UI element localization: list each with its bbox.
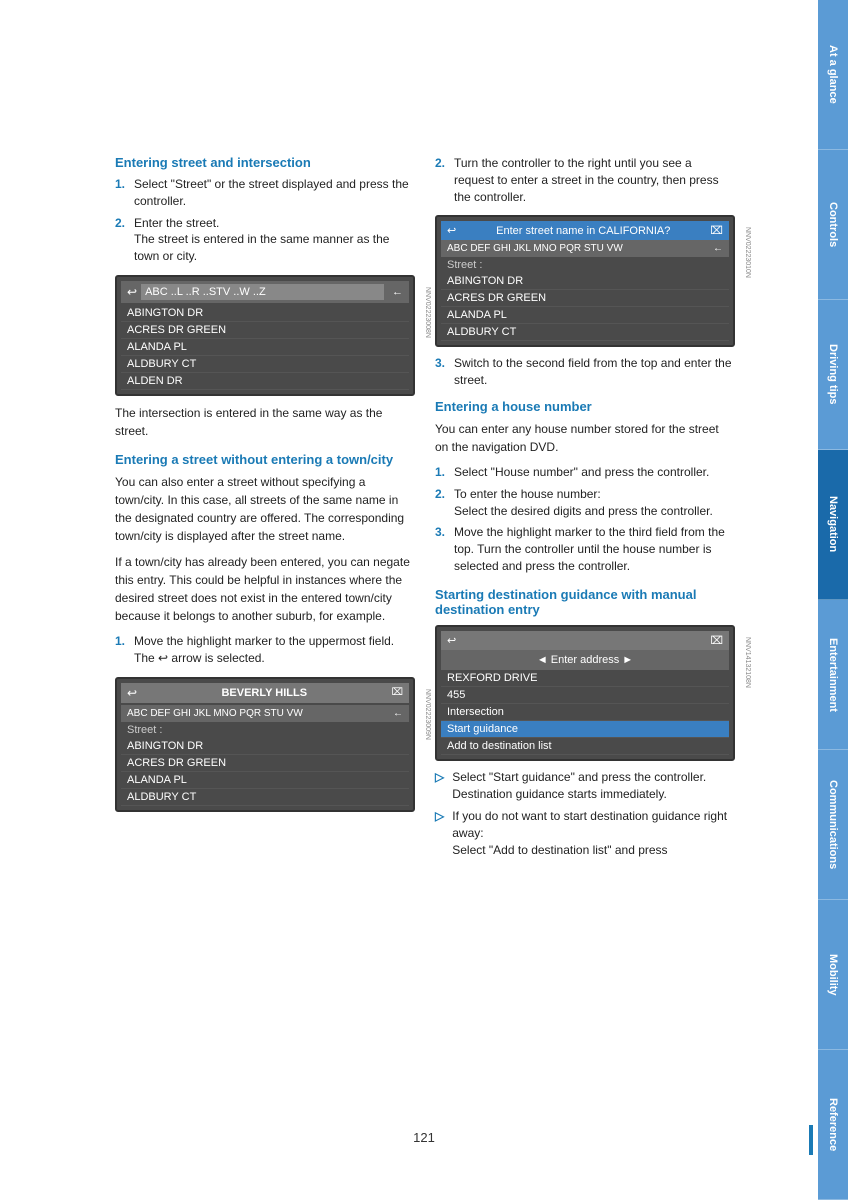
street-label-r1: Street : — [441, 257, 729, 273]
nav-screen-right1: ↩ Enter street name in CALIFORNIA? ⌧ ABC… — [435, 215, 735, 347]
nav-list-item: ALANDA PL — [121, 339, 409, 356]
left-column: Entering street and intersection 1. Sele… — [115, 155, 415, 871]
nav-screen-start-guidance: ↩ ⌧ ◄ Enter address ► REXFORD DRIVE 455 … — [435, 625, 735, 761]
intersection-note: The intersection is entered in the same … — [115, 404, 415, 440]
section-house-number-title: Entering a house number — [435, 399, 735, 414]
corner-icon: ⌧ — [710, 224, 723, 237]
section-start-guidance: Starting destination guidance with manua… — [435, 587, 735, 859]
tab-at-a-glance[interactable]: At a glance — [818, 0, 848, 150]
page-marker — [809, 1125, 813, 1155]
screen-r1-title-bar: ↩ Enter street name in CALIFORNIA? ⌧ — [441, 221, 729, 240]
step-item: 3. Move the highlight marker to the thir… — [435, 524, 735, 574]
nav-list-item: ACRES DR GREEN — [441, 290, 729, 307]
screen-r1-keyboard: ABC DEF GHI JKL MNO PQR STU VW ← — [441, 240, 729, 257]
house-number-steps: 1. Select "House number" and press the c… — [435, 464, 735, 575]
tab-navigation[interactable]: Navigation — [818, 450, 848, 600]
tab-mobility[interactable]: Mobility — [818, 900, 848, 1050]
section-street-intersection: Entering street and intersection 1. Sele… — [115, 155, 415, 440]
no-town-steps: 1. Move the highlight marker to the uppe… — [115, 633, 415, 667]
nav-list-item: REXFORD DRIVE — [441, 670, 729, 687]
street-intersection-steps: 1. Select "Street" or the street display… — [115, 176, 415, 265]
screen1-header: ↩ ABC ..L ..R ..STV ..W ..Z ← — [121, 281, 409, 303]
nav-list-item-highlighted: Start guidance — [441, 721, 729, 738]
nav-list-item: Intersection — [441, 704, 729, 721]
note-item-1: ▷ Select "Start guidance" and press the … — [435, 769, 735, 803]
tab-controls[interactable]: Controls — [818, 150, 848, 300]
nav-list-item: ACRES DR GREEN — [121, 322, 409, 339]
nav-list-item: ABINGTON DR — [121, 738, 409, 755]
tab-entertainment[interactable]: Entertainment — [818, 600, 848, 750]
section-street-intersection-title: Entering street and intersection — [115, 155, 415, 170]
nav-list-item: ALDBURY CT — [441, 324, 729, 341]
tab-driving-tips[interactable]: Driving tips — [818, 300, 848, 450]
nav-list-item: ALDEN DR — [121, 373, 409, 390]
house-number-body: You can enter any house number stored fo… — [435, 420, 735, 456]
nav-list-item: ACRES DR GREEN — [121, 755, 409, 772]
nav-list-item: 455 — [441, 687, 729, 704]
screen1-input: ABC ..L ..R ..STV ..W ..Z — [141, 284, 384, 300]
section-house-number: Entering a house number You can enter an… — [435, 399, 735, 575]
step-item: 2. Turn the controller to the right unti… — [435, 155, 735, 205]
back-arrow-icon: ↩ — [127, 285, 137, 299]
nav-list-item: ABINGTON DR — [441, 273, 729, 290]
nav-list-item: ABINGTON DR — [121, 305, 409, 322]
right-step-list: 2. Turn the controller to the right unti… — [435, 155, 735, 205]
screen2-header: ↩ BEVERLY HILLS ⌧ — [121, 683, 409, 703]
right-column: 2. Turn the controller to the right unti… — [435, 155, 735, 871]
right-step3-list: 3. Switch to the second field from the t… — [435, 355, 735, 389]
section-start-guidance-title: Starting destination guidance with manua… — [435, 587, 735, 617]
screen2-keyboard: ABC DEF GHI JKL MNO PQR STU VW ← — [121, 705, 409, 722]
nav-screen-1: ↩ ABC ..L ..R ..STV ..W ..Z ← ABINGTON D… — [115, 275, 415, 396]
section-no-town: Entering a street without entering a tow… — [115, 452, 415, 812]
page-number: 121 — [413, 1130, 435, 1145]
no-town-body1: You can also enter a street without spec… — [115, 473, 415, 545]
step-item: 1. Select "House number" and press the c… — [435, 464, 735, 481]
step-item: 1. Select "Street" or the street display… — [115, 176, 415, 210]
note-arrow-icon: ▷ — [435, 808, 444, 858]
nav-list-item: ALANDA PL — [121, 772, 409, 789]
section-no-town-title: Entering a street without entering a tow… — [115, 452, 415, 467]
tab-reference[interactable]: Reference — [818, 1050, 848, 1200]
screen-r1-title: Enter street name in CALIFORNIA? — [496, 225, 670, 237]
screen2-city: BEVERLY HILLS — [141, 687, 387, 699]
street-label: Street : — [121, 722, 409, 738]
nav-list-item: ALDBURY CT — [121, 356, 409, 373]
nav-list-item: ALANDA PL — [441, 307, 729, 324]
nav-screen-2: ↩ BEVERLY HILLS ⌧ ABC DEF GHI JKL MNO PQ… — [115, 677, 415, 812]
corner-icon: ⌧ — [391, 687, 403, 698]
tab-communications[interactable]: Communications — [818, 750, 848, 900]
back-icon: ↩ — [447, 224, 456, 237]
note-arrow-icon: ▷ — [435, 769, 444, 803]
step-item: 3. Switch to the second field from the t… — [435, 355, 735, 389]
sidebar-tabs: At a glance Controls Driving tips Naviga… — [818, 0, 848, 1200]
note-item-2: ▷ If you do not want to start destinatio… — [435, 808, 735, 858]
screen-sg-title: ◄ Enter address ► — [441, 650, 729, 670]
step-item: 1. Move the highlight marker to the uppe… — [115, 633, 415, 667]
screen-sg-top-bar: ↩ ⌧ — [441, 631, 729, 650]
arrow-icon: ← — [392, 286, 403, 298]
nav-list-item: Add to destination list — [441, 738, 729, 755]
main-content: Entering street and intersection 1. Sele… — [115, 155, 735, 871]
back-arrow-icon: ↩ — [127, 686, 137, 700]
step-item: 2. To enter the house number:Select the … — [435, 486, 735, 520]
nav-list-item: ALDBURY CT — [121, 789, 409, 806]
no-town-body2: If a town/city has already been entered,… — [115, 553, 415, 625]
step-item: 2. Enter the street.The street is entere… — [115, 215, 415, 265]
back-icon: ↩ — [447, 634, 456, 647]
corner-icon: ⌧ — [710, 634, 723, 647]
